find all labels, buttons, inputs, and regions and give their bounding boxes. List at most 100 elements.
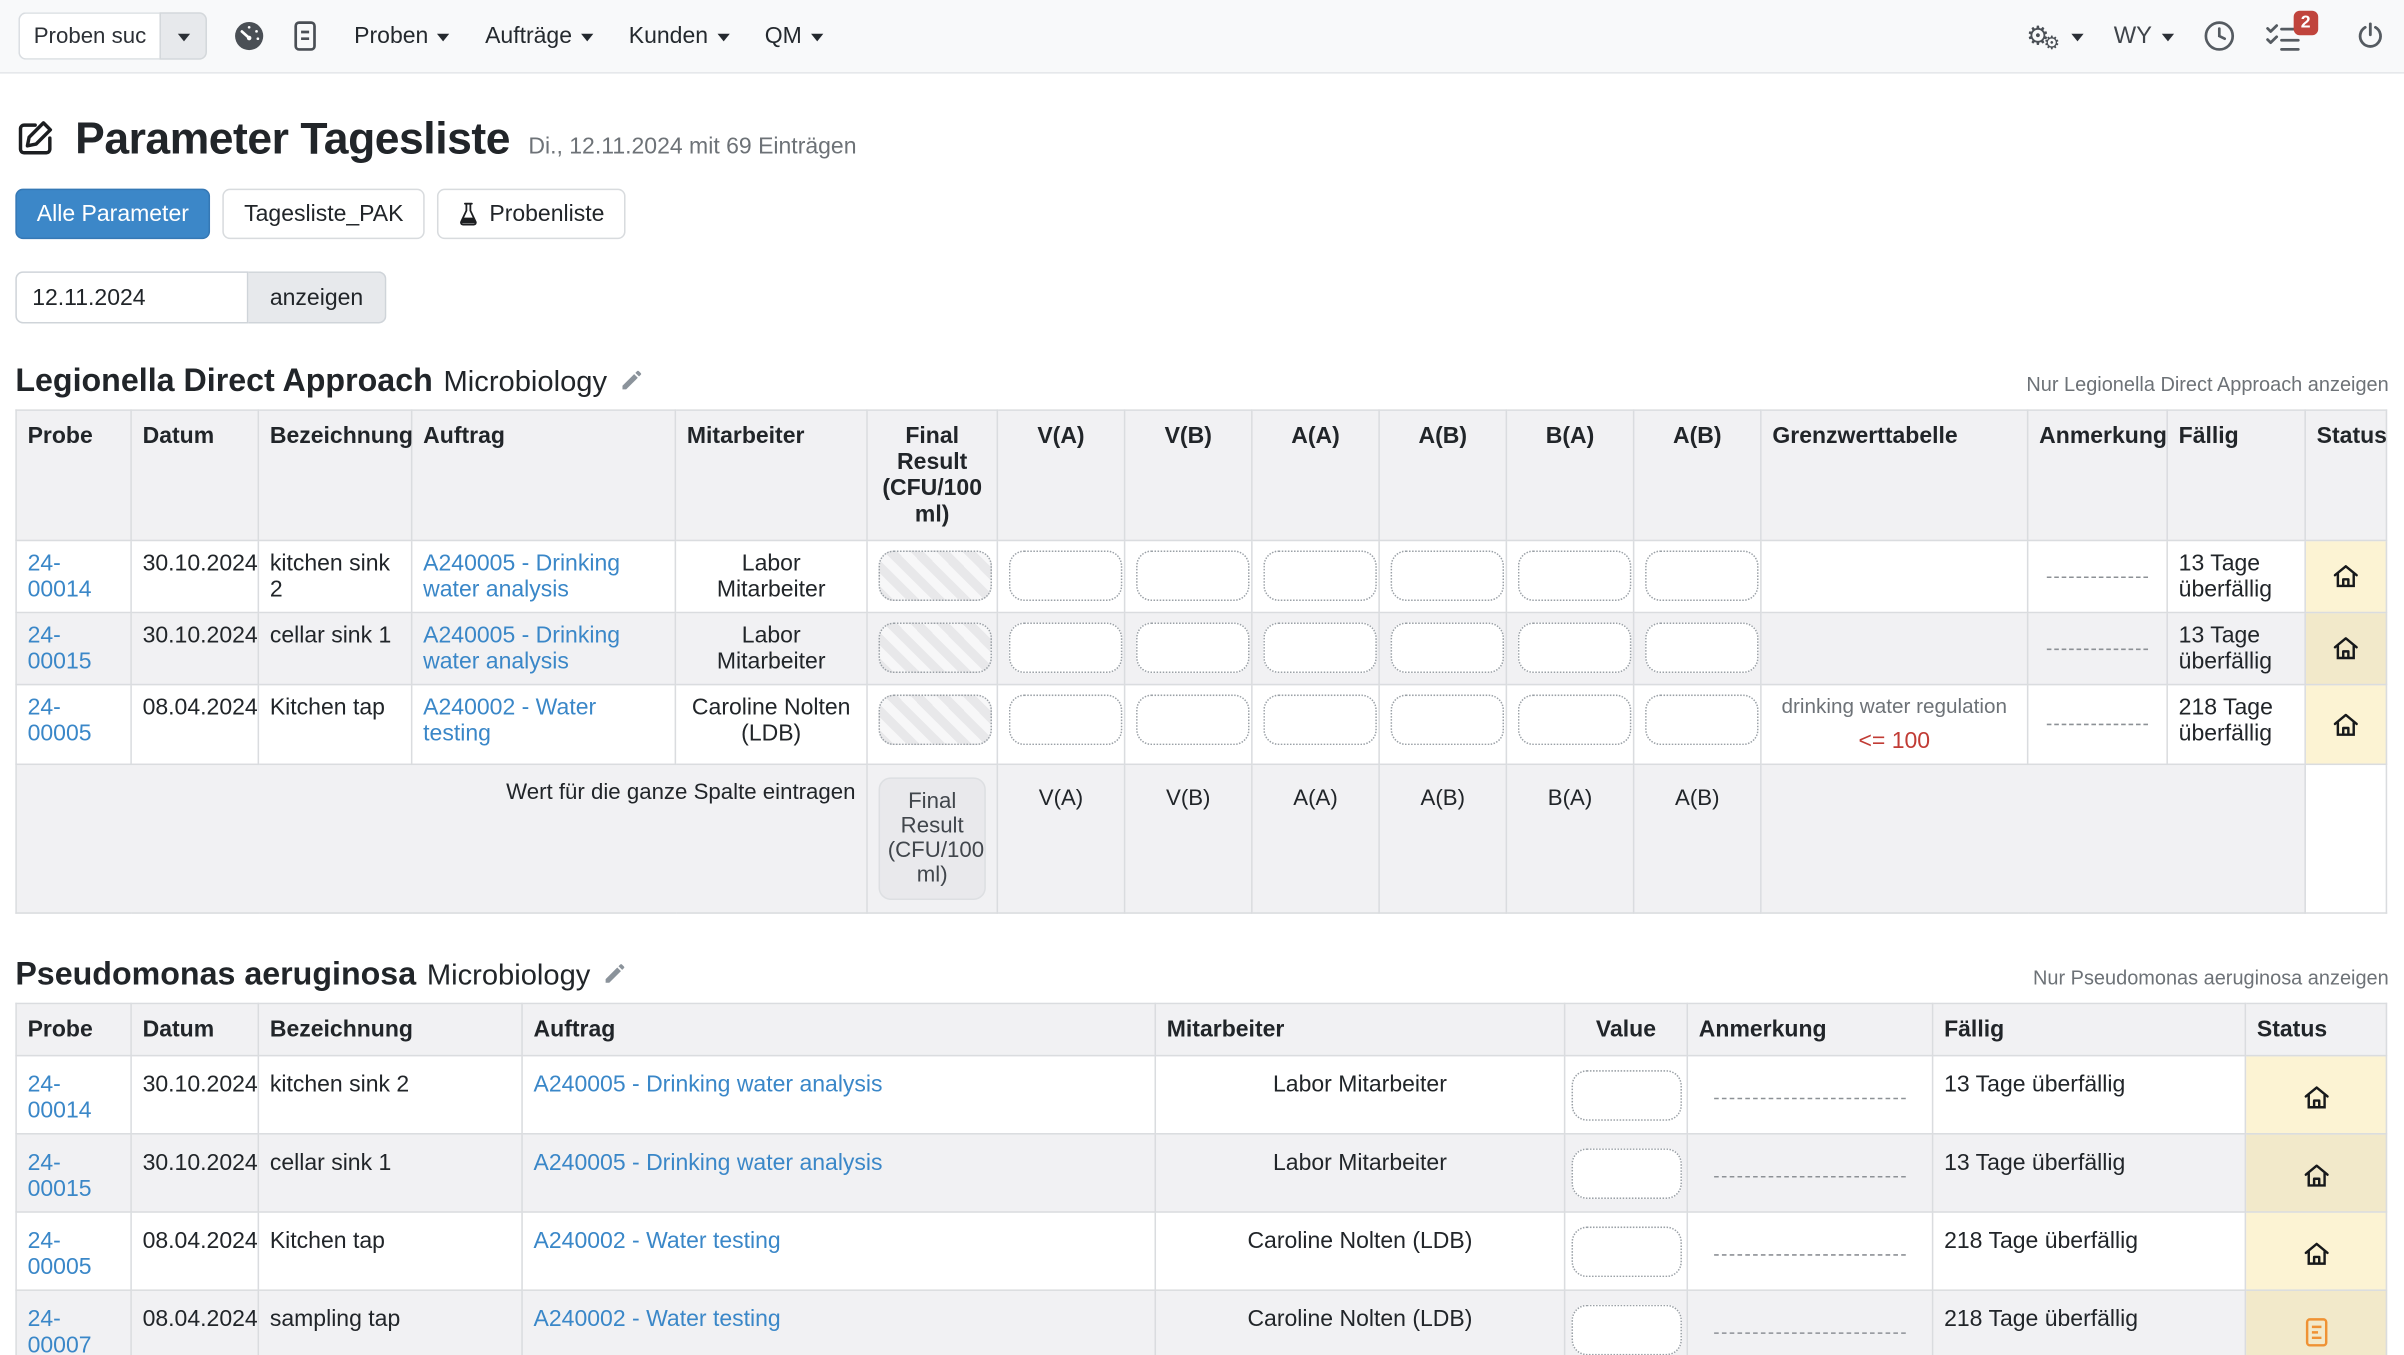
col-faellig: Fällig [2167, 410, 2305, 540]
probe-link[interactable]: 24-00015 [28, 622, 92, 674]
value-input[interactable] [1572, 1226, 1682, 1277]
bezeichnung-cell: cellar sink 1 [258, 1134, 522, 1212]
grenzwert-limit: <= 100 [1772, 728, 2016, 754]
section-pseudomonas-title: Pseudomonas aeruginosa [15, 957, 416, 994]
edit-section-icon[interactable] [603, 961, 628, 986]
anmerkung-field[interactable] [2047, 648, 2147, 650]
logout-button[interactable] [2355, 20, 2386, 52]
fill-va-button[interactable]: V(A) [997, 764, 1124, 913]
fill-final-result-button[interactable]: Final Result (CFU/100 ml) [879, 777, 986, 900]
grenzwert-cell [1761, 613, 2028, 685]
table-row: 24-00005 08.04.2024 Kitchen tap A240002 … [16, 1212, 2386, 1290]
value-input[interactable] [1572, 1304, 1682, 1355]
col-auftrag: Auftrag [522, 1003, 1155, 1055]
tasks-badge: 2 [2293, 10, 2318, 35]
menu-kunden-label: Kunden [629, 23, 708, 49]
table-row: 24-00014 30.10.2024 kitchen sink 2 A2400… [16, 1056, 2386, 1134]
footer-spacer [1761, 764, 2305, 913]
anmerkung-field[interactable] [1714, 1253, 1905, 1255]
menu-proben[interactable]: Proben [354, 23, 450, 49]
tab-probenliste[interactable]: Probenliste [437, 189, 626, 240]
auftrag-link[interactable]: A240002 - Water testing [534, 1228, 781, 1254]
ab-input[interactable] [1391, 622, 1504, 673]
vb-input[interactable] [1136, 622, 1249, 673]
aa-input[interactable] [1263, 550, 1376, 601]
ab2-input[interactable] [1645, 622, 1758, 673]
tab-alle-parameter[interactable]: Alle Parameter [15, 189, 210, 240]
ba-input[interactable] [1518, 550, 1631, 601]
anmerkung-field[interactable] [1714, 1332, 1905, 1334]
fill-ab2-button[interactable]: A(B) [1634, 764, 1761, 913]
col-status: Status [2245, 1003, 2386, 1055]
probe-link[interactable]: 24-00015 [28, 1150, 92, 1202]
value-input[interactable] [1572, 1069, 1682, 1120]
ab-input[interactable] [1391, 550, 1504, 601]
vb-input[interactable] [1136, 695, 1249, 746]
auftrag-link[interactable]: A240002 - Water testing [534, 1306, 781, 1332]
probe-link[interactable]: 24-00014 [28, 550, 92, 602]
anmerkung-field[interactable] [2047, 576, 2147, 578]
column-fill-hint: Wert für die ganze Spalte eintragen [16, 764, 867, 913]
col-mitarbeiter: Mitarbeiter [675, 410, 867, 540]
auftrag-link[interactable]: A240005 - Drinking water analysis [423, 622, 620, 674]
history-button[interactable] [2203, 20, 2235, 52]
dashboard-button[interactable] [233, 20, 265, 52]
ba-input[interactable] [1518, 695, 1631, 746]
chevron-down-icon [717, 33, 729, 47]
fill-ab-button[interactable]: A(B) [1379, 764, 1506, 913]
clock-icon [2203, 20, 2235, 52]
edit-section-icon[interactable] [619, 368, 644, 393]
ba-input[interactable] [1518, 622, 1631, 673]
auftrag-link[interactable]: A240005 - Drinking water analysis [534, 1072, 883, 1098]
anmerkung-field[interactable] [2047, 724, 2147, 726]
grenzwert-cell [1761, 540, 2028, 612]
filter-pseudomonas-link[interactable]: Nur Pseudomonas aeruginosa anzeigen [2033, 966, 2389, 989]
document-button[interactable] [291, 20, 319, 52]
aa-input[interactable] [1263, 695, 1376, 746]
menu-auftraege[interactable]: Aufträge [485, 23, 593, 49]
vb-input[interactable] [1136, 550, 1249, 601]
fill-ba-button[interactable]: B(A) [1506, 764, 1633, 913]
anmerkung-field[interactable] [1714, 1175, 1905, 1177]
ab2-input[interactable] [1645, 550, 1758, 601]
status-cell [2245, 1290, 2386, 1355]
probe-link[interactable]: 24-00007 [28, 1306, 92, 1355]
va-input[interactable] [1009, 622, 1122, 673]
flask-icon [459, 202, 479, 227]
footer-spacer [2305, 764, 2386, 913]
search-dropdown-button[interactable] [159, 12, 207, 60]
legionella-header-row: Probe Datum Bezeichnung Auftrag Mitarbei… [16, 410, 2386, 540]
va-input[interactable] [1009, 695, 1122, 746]
menu-qm[interactable]: QM [765, 23, 824, 49]
fill-aa-button[interactable]: A(A) [1252, 764, 1379, 913]
menu-proben-label: Proben [354, 23, 428, 49]
probe-link[interactable]: 24-00014 [28, 1072, 92, 1124]
table-row: 24-00007 08.04.2024 sampling tap A240002… [16, 1290, 2386, 1355]
auftrag-link[interactable]: A240005 - Drinking water analysis [423, 550, 620, 602]
anmerkung-field[interactable] [1714, 1097, 1905, 1099]
settings-menu[interactable]: ⚙ ⚙ [2026, 21, 2083, 52]
tab-tagesliste-pak[interactable]: Tagesliste_PAK [223, 189, 425, 240]
date-input[interactable] [15, 271, 248, 323]
ab-input[interactable] [1391, 695, 1504, 746]
ab2-input[interactable] [1645, 695, 1758, 746]
status-cell [2245, 1134, 2386, 1212]
home-icon [2317, 709, 2375, 740]
show-button[interactable]: anzeigen [248, 271, 386, 323]
probe-link[interactable]: 24-00005 [28, 695, 92, 747]
sample-search-group [18, 12, 207, 60]
user-menu[interactable]: WY [2114, 22, 2174, 50]
va-input[interactable] [1009, 550, 1122, 601]
aa-input[interactable] [1263, 622, 1376, 673]
fill-vb-button[interactable]: V(B) [1125, 764, 1252, 913]
filter-legionella-link[interactable]: Nur Legionella Direct Approach anzeigen [2026, 373, 2388, 396]
probe-link[interactable]: 24-00005 [28, 1228, 92, 1280]
mitarbeiter-cell: Labor Mitarbeiter [675, 540, 867, 612]
value-input[interactable] [1572, 1148, 1682, 1199]
tasks-button[interactable]: 2 [2264, 21, 2326, 52]
auftrag-link[interactable]: A240005 - Drinking water analysis [534, 1150, 883, 1176]
col-ba: B(A) [1506, 410, 1633, 540]
menu-kunden[interactable]: Kunden [629, 23, 730, 49]
search-input[interactable] [18, 12, 159, 60]
auftrag-link[interactable]: A240002 - Water testing [423, 695, 596, 747]
